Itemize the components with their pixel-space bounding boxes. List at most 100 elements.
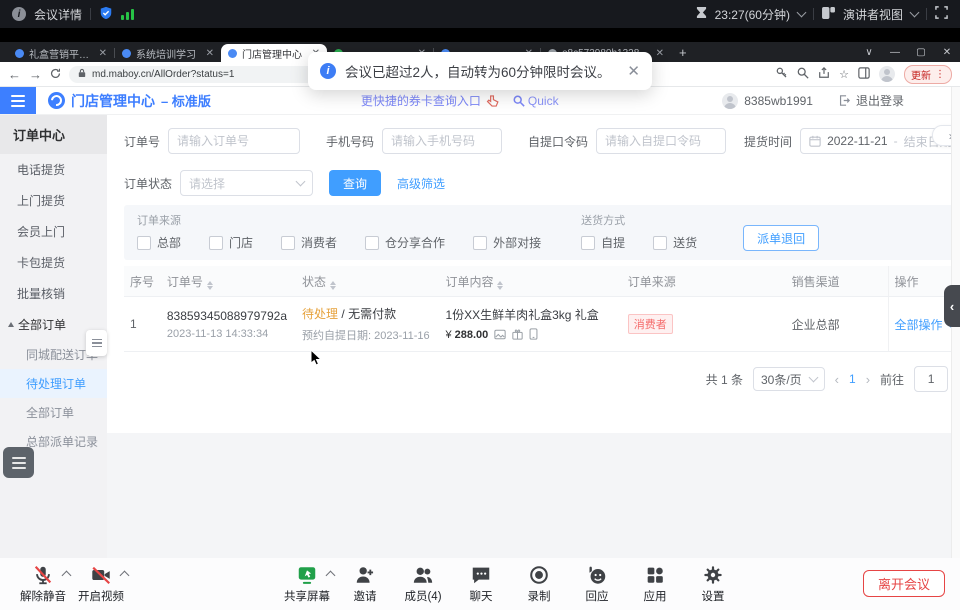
checkbox-option[interactable]: 消费者: [281, 234, 337, 251]
sidebar-item[interactable]: 批量核销: [0, 278, 107, 309]
tab-close-icon[interactable]: ✕: [656, 48, 664, 59]
share-icon[interactable]: [818, 67, 830, 82]
fullscreen-icon[interactable]: [935, 6, 948, 22]
toolbar-item[interactable]: 回应: [568, 564, 626, 604]
sort-icon[interactable]: [207, 281, 213, 290]
sidebar-item[interactable]: 卡包提货: [0, 247, 107, 278]
status-select[interactable]: 请选择: [180, 170, 313, 196]
checkbox-option[interactable]: 门店: [209, 234, 253, 251]
reaction-icon[interactable]: [586, 564, 608, 586]
advanced-filter-link[interactable]: 高级筛选: [397, 175, 445, 192]
camera-off-icon[interactable]: [90, 564, 112, 586]
phone-icon[interactable]: [529, 328, 538, 343]
user-avatar[interactable]: [722, 93, 738, 109]
browser-menu-icon[interactable]: ⋮: [935, 69, 945, 80]
sidebar-subitem[interactable]: 待处理订单: [0, 369, 107, 398]
settings-icon[interactable]: [702, 564, 724, 586]
toolbar-item[interactable]: 开启视频: [72, 564, 130, 604]
image-icon[interactable]: [494, 329, 506, 343]
record-icon[interactable]: [528, 564, 550, 586]
sidebar-subitem[interactable]: 全部订单: [0, 398, 107, 427]
toolbar-item[interactable]: 录制: [510, 564, 568, 604]
tab-close-icon[interactable]: ✕: [99, 48, 107, 59]
column-header[interactable]: 订单内容: [439, 266, 621, 297]
toolbar-item[interactable]: 成员(4): [394, 564, 452, 604]
table-row[interactable]: 1 83859345088979792a 2023-11-13 14:33:34…: [124, 297, 960, 352]
security-shield-icon[interactable]: [99, 6, 113, 23]
checkbox-option[interactable]: 外部对接: [473, 234, 541, 251]
next-page-button[interactable]: ›: [866, 372, 870, 387]
maximize-icon[interactable]: ▢: [908, 47, 934, 58]
checkbox[interactable]: [137, 236, 151, 250]
toolbar-item[interactable]: 邀请: [336, 564, 394, 604]
filter-input[interactable]: [168, 128, 300, 154]
view-mode-label[interactable]: 演讲者视图: [843, 6, 903, 23]
toolbar-item[interactable]: 聊天: [452, 564, 510, 604]
page-size-select[interactable]: 30条/页: [753, 367, 825, 391]
gift-icon[interactable]: [512, 329, 523, 343]
toolbar-item[interactable]: 解除静音: [14, 564, 72, 604]
toast-close-icon[interactable]: ✕: [627, 62, 640, 80]
meeting-details-label[interactable]: 会议详情: [34, 6, 82, 23]
bookmark-star-icon[interactable]: ☆: [839, 68, 849, 81]
checkbox[interactable]: [365, 236, 379, 250]
checkbox-option[interactable]: 仓分享合作: [365, 234, 445, 251]
chevron-down-icon[interactable]: [910, 8, 920, 18]
toolbar-item[interactable]: 应用: [626, 564, 684, 604]
apps-icon[interactable]: [644, 564, 666, 586]
logout-link[interactable]: 退出登录: [856, 92, 904, 109]
checkbox[interactable]: [581, 236, 595, 250]
share-screen-icon[interactable]: [296, 564, 318, 586]
goto-page-input[interactable]: [914, 366, 948, 392]
tab-search-icon[interactable]: ∨: [856, 47, 882, 58]
panel-toggle-handle[interactable]: ‹: [944, 285, 960, 327]
search-button[interactable]: 查询: [329, 170, 381, 196]
browser-update-chip[interactable]: 更新 ⋮: [904, 65, 952, 84]
members-icon[interactable]: [412, 564, 434, 586]
tab-close-icon[interactable]: ✕: [206, 48, 214, 59]
caret-up-icon[interactable]: [62, 571, 72, 581]
sidebar-drag-handle[interactable]: [86, 330, 107, 356]
checkbox-option[interactable]: 自提: [581, 234, 625, 251]
reload-icon[interactable]: [50, 68, 61, 81]
caret-up-icon[interactable]: [120, 571, 130, 581]
sort-icon[interactable]: [330, 281, 336, 290]
column-header[interactable]: 订单号: [161, 266, 296, 297]
chat-icon[interactable]: [470, 564, 492, 586]
current-page[interactable]: 1: [849, 372, 856, 386]
checkbox[interactable]: [281, 236, 295, 250]
close-window-icon[interactable]: ✕: [934, 47, 960, 58]
mic-muted-icon[interactable]: [32, 564, 54, 586]
checkbox[interactable]: [209, 236, 223, 250]
browser-tab[interactable]: 礼盒营销平台管理中心✕: [8, 44, 114, 62]
quick-search-link[interactable]: Quick: [513, 94, 559, 108]
browser-tab[interactable]: 系统培训学习✕: [115, 44, 221, 62]
network-signal-icon[interactable]: [121, 8, 134, 20]
caret-up-icon[interactable]: [326, 571, 336, 581]
return-dispatch-button[interactable]: 派单退回: [743, 225, 819, 251]
chevron-down-icon[interactable]: [797, 8, 807, 18]
browser-profile-avatar[interactable]: [879, 66, 895, 82]
zoom-icon[interactable]: [797, 67, 809, 82]
leave-meeting-button[interactable]: 离开会议: [863, 570, 945, 597]
checkbox-option[interactable]: 总部: [137, 234, 181, 251]
toolbar-item[interactable]: 设置: [684, 564, 742, 604]
new-tab-button[interactable]: +: [679, 45, 687, 60]
checkbox-option[interactable]: 送货: [653, 234, 697, 251]
promo-link[interactable]: 更快捷的券卡查询入口: [361, 92, 499, 109]
sidebar-item[interactable]: 电话提货: [0, 154, 107, 185]
floating-menu-widget[interactable]: [3, 447, 34, 478]
toolbar-item[interactable]: 共享屏幕: [278, 564, 336, 604]
invite-icon[interactable]: [354, 564, 376, 586]
key-icon[interactable]: [776, 67, 788, 82]
sort-icon[interactable]: [497, 281, 503, 290]
meeting-info-icon[interactable]: i: [12, 7, 26, 21]
forward-icon[interactable]: →: [29, 68, 42, 81]
side-panel-icon[interactable]: [858, 67, 870, 82]
filter-input[interactable]: [382, 128, 502, 154]
sidebar-item[interactable]: 上门提货: [0, 185, 107, 216]
column-header[interactable]: 状态: [296, 266, 439, 297]
back-icon[interactable]: ←: [8, 68, 21, 81]
checkbox[interactable]: [653, 236, 667, 250]
prev-page-button[interactable]: ‹: [835, 372, 839, 387]
